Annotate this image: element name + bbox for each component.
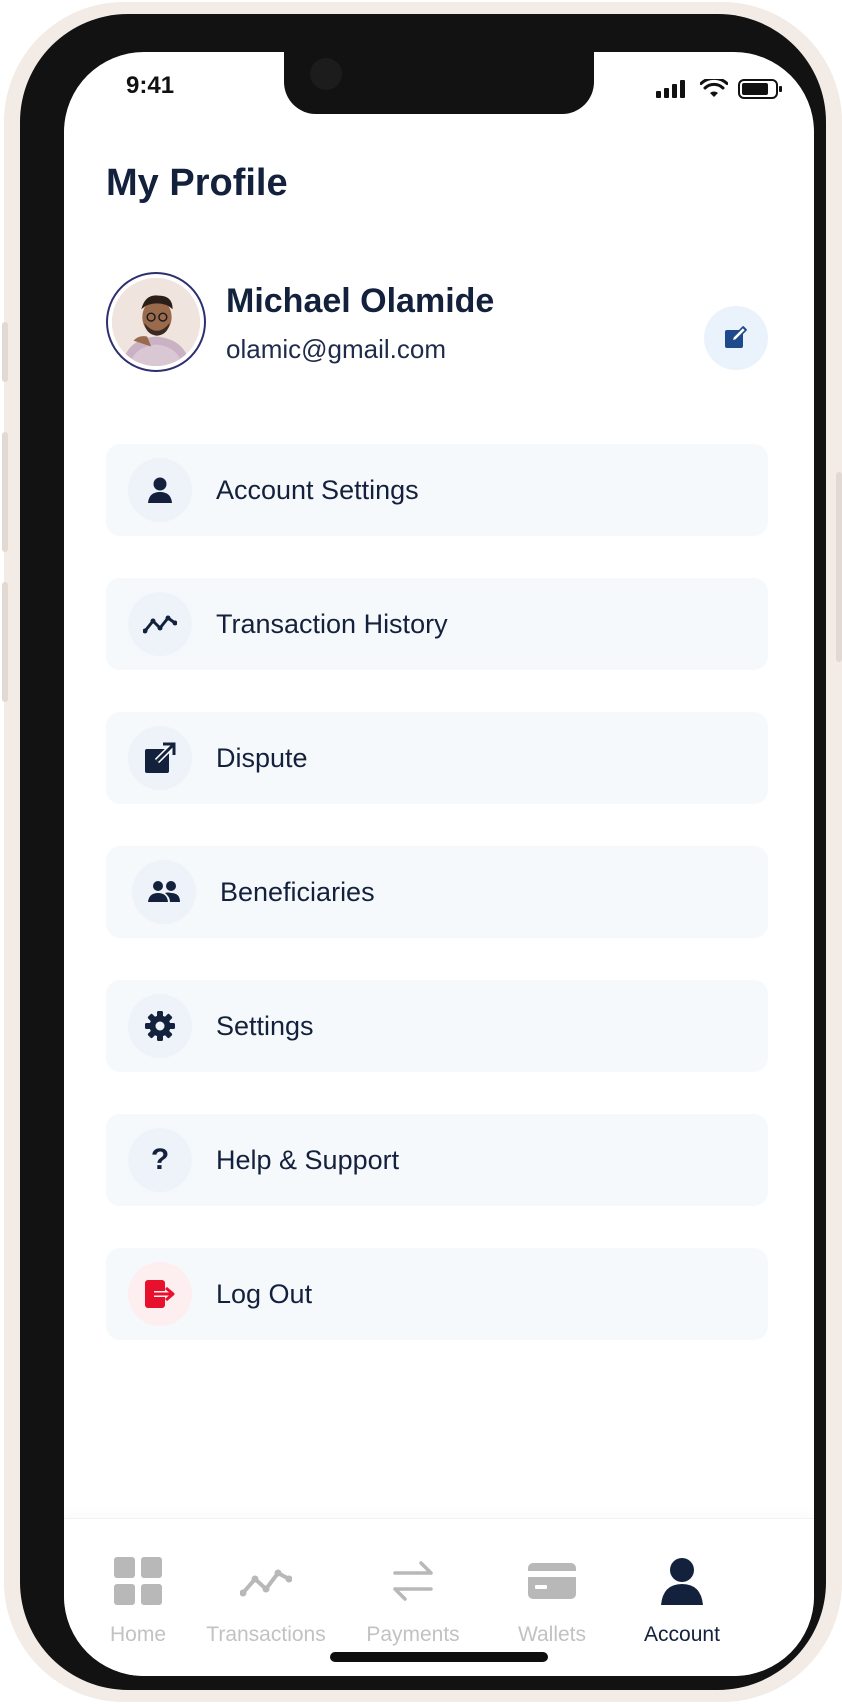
wifi-icon	[700, 79, 728, 97]
page-title: My Profile	[106, 162, 288, 204]
menu-item-label: Beneficiaries	[220, 876, 375, 907]
edit-profile-button[interactable]	[704, 306, 768, 370]
menu-item-label: Dispute	[216, 742, 308, 773]
volume-up-button	[2, 432, 8, 552]
users-icon	[132, 860, 196, 924]
avatar-photo	[112, 278, 200, 366]
avatar[interactable]	[106, 272, 206, 372]
notch	[284, 52, 594, 114]
front-camera	[310, 58, 342, 90]
profile-email: olamic@gmail.com	[226, 334, 446, 364]
menu-item-help-support[interactable]: ? Help & Support	[106, 1114, 768, 1206]
trend-line-icon	[240, 1569, 292, 1597]
status-time: 9:41	[126, 72, 175, 99]
menu-item-label: Account Settings	[216, 474, 419, 505]
menu-item-label: Transaction History	[216, 608, 448, 639]
menu-item-log-out[interactable]: Log Out	[106, 1248, 768, 1340]
card-icon	[528, 1563, 576, 1599]
logout-icon	[128, 1262, 192, 1326]
volume-down-button	[2, 582, 8, 702]
question-icon: ?	[128, 1128, 192, 1192]
menu-item-settings[interactable]: Settings	[106, 980, 768, 1072]
tab-payments[interactable]: Payments	[338, 1557, 488, 1647]
tab-label: Wallets	[517, 1623, 587, 1646]
tab-label: Account	[644, 1623, 720, 1646]
trend-line-icon	[128, 592, 192, 656]
gear-icon	[128, 994, 192, 1058]
user-icon	[661, 1558, 703, 1605]
menu-item-label: Help & Support	[216, 1144, 400, 1175]
mute-switch	[2, 322, 8, 382]
menu-item-transaction-history[interactable]: Transaction History	[106, 578, 768, 670]
phone-screen: 9:41 My Profile Michael Olamide olamic@g…	[64, 52, 814, 1676]
external-link-icon	[128, 726, 192, 790]
tab-transactions[interactable]: Transactions	[191, 1557, 341, 1647]
menu-item-label: Settings	[216, 1010, 314, 1041]
tab-label: Transactions	[206, 1623, 326, 1646]
menu-item-beneficiaries[interactable]: Beneficiaries	[106, 846, 768, 938]
transfer-arrows-icon	[393, 1561, 433, 1601]
tab-account[interactable]: Account	[607, 1557, 757, 1647]
menu-item-dispute[interactable]: Dispute	[106, 712, 768, 804]
tab-label: Payments	[366, 1623, 460, 1646]
user-icon	[128, 458, 192, 522]
phone-bezel: 9:41 My Profile Michael Olamide olamic@g…	[20, 14, 826, 1690]
menu-item-label: Log Out	[216, 1278, 313, 1309]
tab-wallets[interactable]: Wallets	[477, 1557, 627, 1647]
grid-icon	[114, 1557, 162, 1605]
phone-frame: 9:41 My Profile Michael Olamide olamic@g…	[2, 2, 842, 1702]
edit-icon	[725, 325, 748, 348]
power-button	[836, 472, 842, 662]
home-indicator[interactable]	[330, 1652, 548, 1662]
battery-icon	[738, 79, 782, 99]
menu-item-account-settings[interactable]: Account Settings	[106, 444, 768, 536]
signal-icon	[656, 80, 685, 98]
profile-name: Michael Olamide	[226, 282, 495, 320]
status-icons	[656, 78, 784, 100]
tab-label: Home	[109, 1623, 167, 1646]
